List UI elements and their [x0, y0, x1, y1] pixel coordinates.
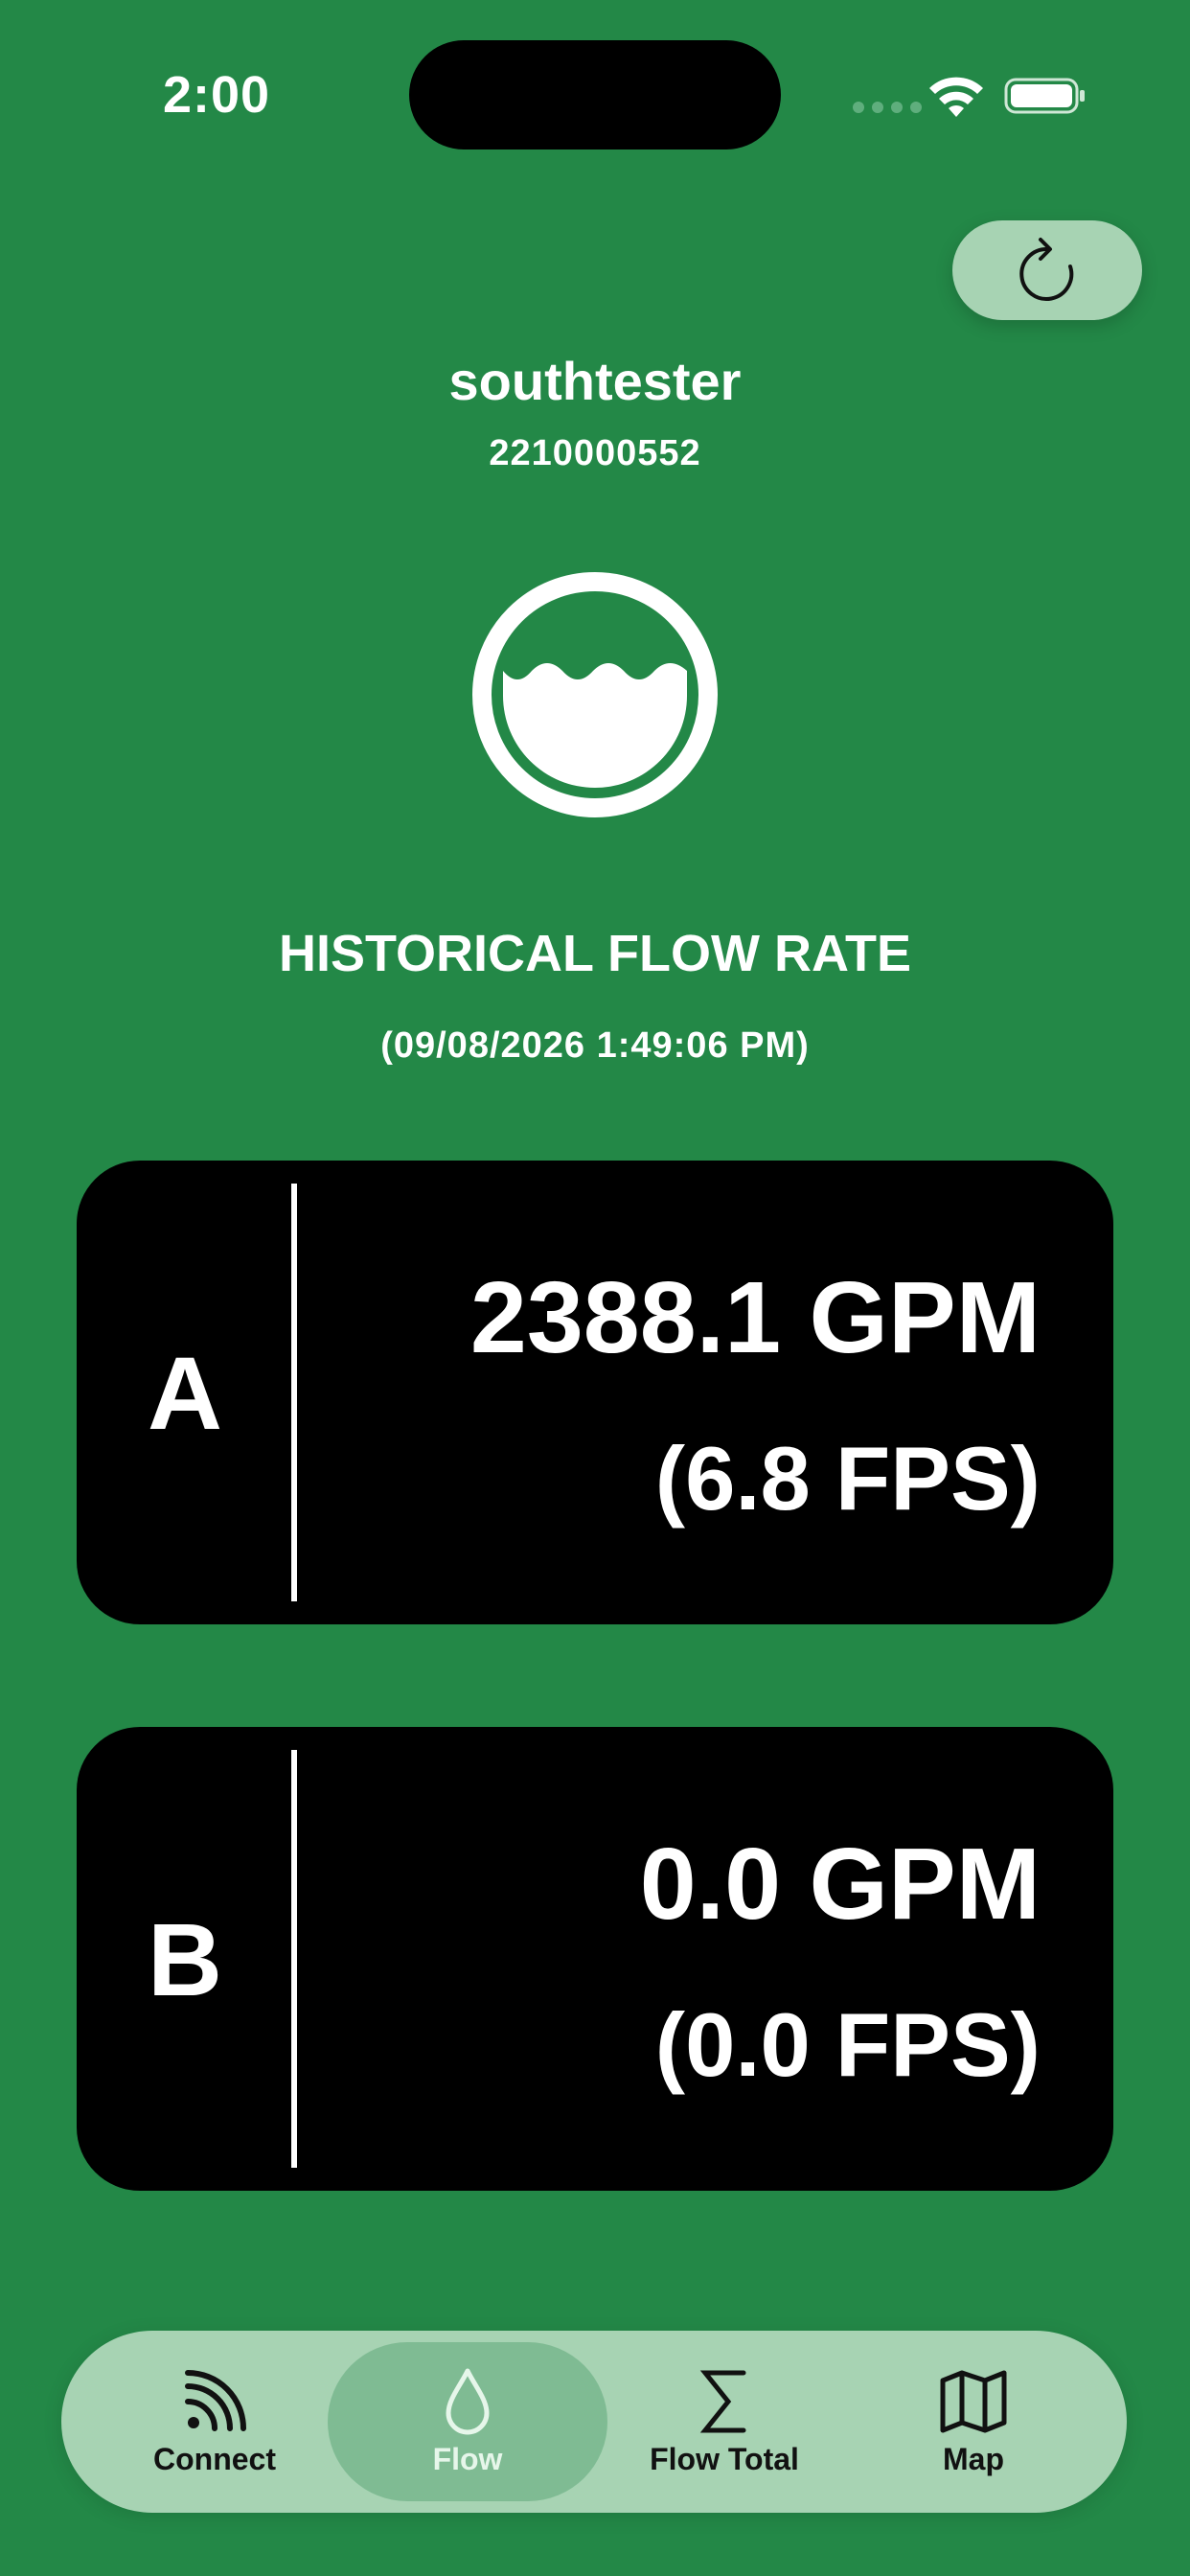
- tab-bar: Connect Flow Flow Total Map: [61, 2331, 1127, 2513]
- status-time: 2:00: [163, 66, 271, 124]
- channel-card-a: A 2388.1 GPM (6.8 FPS): [77, 1161, 1113, 1624]
- dynamic-island: [409, 40, 781, 150]
- tab-label: Connect: [153, 2441, 276, 2476]
- channel-letter: A: [148, 1334, 222, 1451]
- tab-label: Map: [943, 2441, 1004, 2476]
- tab-flow[interactable]: Flow: [328, 2342, 607, 2501]
- wifi-icon: [929, 77, 983, 117]
- device-name: southtester: [448, 351, 742, 411]
- tab-map[interactable]: Map: [834, 2342, 1113, 2501]
- section-timestamp: (09/08/2026 1:49:06 PM): [380, 1025, 810, 1066]
- section-title: HISTORICAL FLOW RATE: [279, 925, 911, 982]
- channel-flow-rate: 0.0 GPM: [639, 1828, 1041, 1941]
- map-icon: [940, 2370, 1007, 2432]
- channel-flow-rate: 2388.1 GPM: [469, 1261, 1041, 1374]
- tab-label: Flow: [432, 2441, 503, 2476]
- cellular-signal-icon: [853, 102, 922, 113]
- tab-flow-total[interactable]: Flow Total: [584, 2342, 864, 2501]
- rss-signal-icon: [185, 2369, 246, 2431]
- tab-connect[interactable]: Connect: [75, 2342, 355, 2501]
- channel-letter: B: [148, 1900, 222, 2017]
- water-drop-icon: [446, 2368, 490, 2434]
- refresh-button[interactable]: [952, 220, 1142, 320]
- sigma-icon: [699, 2370, 746, 2432]
- channel-velocity: (6.8 FPS): [654, 1428, 1041, 1529]
- channel-divider: [291, 1184, 297, 1601]
- water-tank-icon: [472, 572, 718, 817]
- channel-card-b: B 0.0 GPM (0.0 FPS): [77, 1727, 1113, 2191]
- refresh-icon: [1019, 238, 1074, 301]
- channel-divider: [291, 1750, 297, 2168]
- battery-icon: [1004, 78, 1085, 114]
- channel-velocity: (0.0 FPS): [654, 1994, 1041, 2095]
- device-serial: 2210000552: [489, 433, 701, 473]
- tab-label: Flow Total: [650, 2441, 799, 2476]
